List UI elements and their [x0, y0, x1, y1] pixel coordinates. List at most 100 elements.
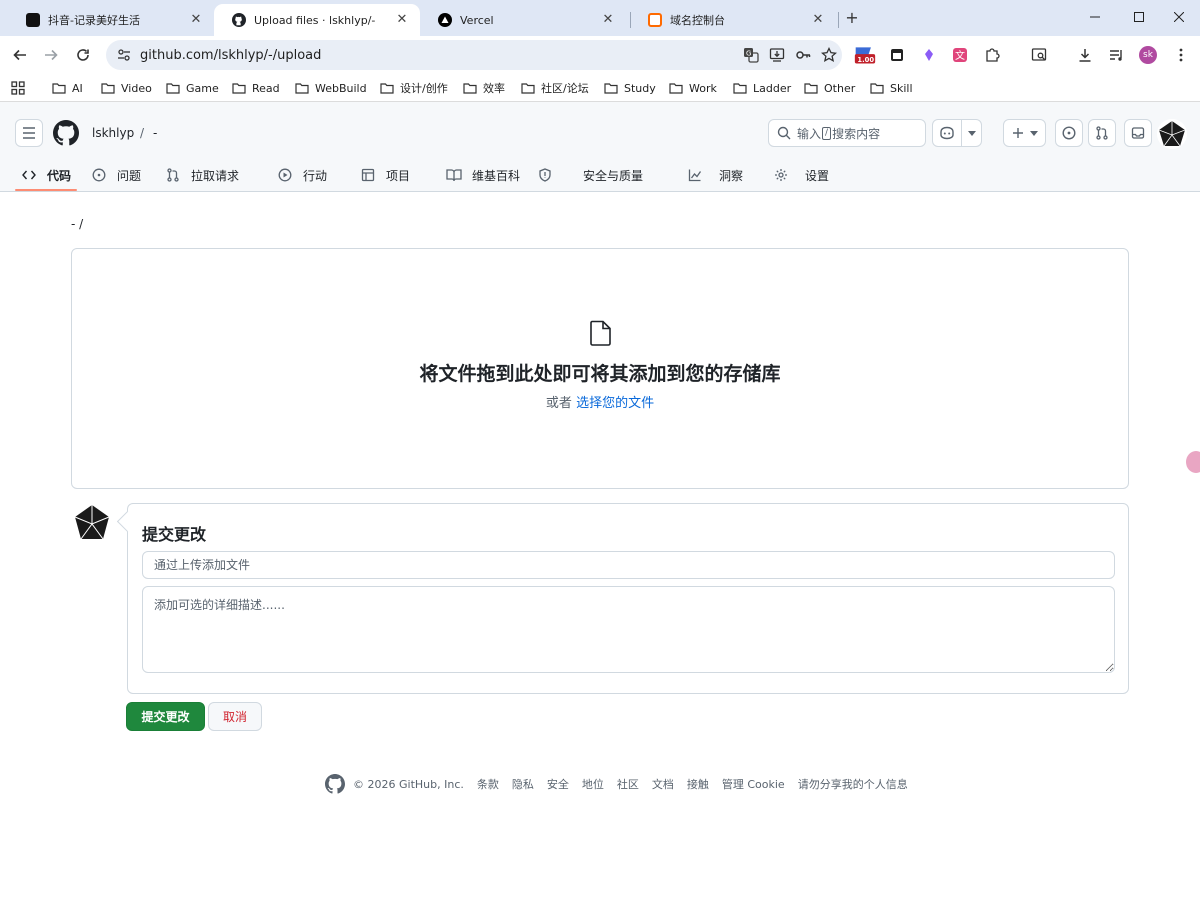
pull-requests-button[interactable]	[1088, 119, 1116, 147]
bookmark-folder[interactable]: Video	[101, 80, 152, 96]
folder-icon	[521, 82, 535, 94]
browser-tab[interactable]: 域名控制台 ✕	[630, 4, 836, 36]
footer-link-privacy[interactable]: 隐私	[512, 776, 534, 792]
bookmark-folder[interactable]: Ladder	[733, 80, 791, 96]
address-bar[interactable]: github.com/lskhlyp/-/upload G	[106, 40, 842, 70]
bookmark-label: Video	[121, 81, 152, 95]
folder-icon	[870, 82, 884, 94]
close-window-icon[interactable]	[1156, 0, 1200, 34]
site-info-icon[interactable]	[116, 47, 132, 63]
footer-link-docs[interactable]: 文档	[652, 776, 674, 792]
browser-tab[interactable]: 抖音-记录美好生活 ✕	[8, 4, 214, 36]
extension-translate-icon[interactable]: 文	[949, 44, 971, 66]
create-new-button[interactable]	[1003, 119, 1046, 147]
github-header: lskhlyp / - 输入 / 搜索内容 代码 问题 拉取请求 行动 项目 维…	[0, 102, 1200, 192]
tab-wiki[interactable]: 维基百科	[446, 159, 520, 191]
tab-title: 抖音-记录美好生活	[48, 14, 140, 27]
bookmark-folder[interactable]: Skill	[870, 80, 913, 96]
floating-extension-icon[interactable]	[1186, 451, 1200, 473]
folder-icon	[733, 82, 747, 94]
tab-settings[interactable]: 设置	[773, 159, 829, 191]
tab-pull-requests[interactable]: 拉取请求	[165, 159, 239, 191]
bookmark-folder[interactable]: 设计/创作	[380, 80, 448, 96]
douyin-favicon-icon	[26, 13, 40, 27]
copilot-button[interactable]	[932, 119, 982, 147]
bookmark-folder[interactable]: Study	[604, 80, 656, 96]
bookmark-label: 设计/创作	[400, 82, 448, 95]
tab-insights[interactable]: 洞察	[687, 159, 743, 191]
footer-link-status[interactable]: 地位	[582, 776, 604, 792]
extension-purple-icon[interactable]	[918, 44, 940, 66]
bookmark-folder[interactable]: 效率	[463, 80, 505, 96]
browser-tab[interactable]: Vercel ✕	[420, 4, 626, 36]
reading-list-icon[interactable]	[1028, 44, 1050, 66]
minimize-icon[interactable]	[1072, 0, 1118, 34]
footer-link-terms[interactable]: 条款	[477, 776, 499, 792]
search-input[interactable]: 输入 / 搜索内容	[768, 119, 926, 147]
footer-link-contact[interactable]: 接触	[687, 776, 709, 792]
user-avatar[interactable]	[1157, 119, 1187, 149]
breadcrumb-owner[interactable]: lskhlyp	[92, 126, 134, 140]
media-control-icon[interactable]	[1106, 44, 1128, 66]
password-key-icon[interactable]	[790, 42, 816, 68]
bookmark-folder[interactable]: WebBuild	[295, 80, 367, 96]
chevron-down-icon	[1029, 130, 1038, 136]
breadcrumb-repo[interactable]: -	[153, 126, 157, 140]
url-text: github.com/lskhlyp/-/upload	[140, 47, 322, 63]
github-logo-icon[interactable]	[325, 774, 345, 794]
tab-projects[interactable]: 项目	[360, 159, 410, 191]
bookmark-label: Other	[824, 81, 856, 95]
inbox-button[interactable]	[1124, 119, 1152, 147]
close-icon[interactable]: ✕	[188, 12, 204, 28]
tab-label: 洞察	[719, 168, 744, 183]
tab-security[interactable]: 安全与质量	[537, 159, 643, 191]
choose-files-link[interactable]: 选择您的文件	[576, 396, 654, 411]
extension-badge-icon[interactable]: 1.00	[854, 44, 876, 66]
inbox-icon	[1131, 127, 1145, 139]
forward-arrow-icon[interactable]	[39, 43, 63, 67]
commit-description-textarea[interactable]	[142, 586, 1115, 673]
footer-link-security[interactable]: 安全	[547, 776, 569, 792]
footer-link-community[interactable]: 社区	[617, 776, 639, 792]
footer-link-cookies[interactable]: 管理 Cookie	[722, 776, 785, 792]
cancel-button[interactable]: 取消	[208, 702, 262, 731]
browser-tab-active[interactable]: Upload files · lskhlyp/- ✕	[214, 4, 420, 36]
issues-button[interactable]	[1055, 119, 1083, 147]
extensions-puzzle-icon[interactable]	[981, 44, 1003, 66]
commit-changes-button[interactable]: 提交更改	[126, 702, 205, 731]
bookmark-folder[interactable]: Work	[669, 80, 717, 96]
bookmark-star-icon[interactable]	[816, 42, 842, 68]
github-logo-icon[interactable]	[53, 120, 79, 146]
bookmark-folder[interactable]: AI	[52, 80, 83, 96]
table-icon	[360, 167, 376, 183]
close-icon[interactable]: ✕	[810, 12, 826, 28]
bookmark-folder[interactable]: 社区/论坛	[521, 80, 589, 96]
new-tab-icon[interactable]: +	[842, 8, 862, 28]
apps-grid-icon[interactable]	[11, 80, 25, 95]
back-arrow-icon[interactable]	[8, 43, 32, 67]
bookmark-folder[interactable]: Other	[804, 80, 855, 96]
reload-icon[interactable]	[71, 43, 95, 67]
tab-title: 域名控制台	[670, 14, 725, 27]
file-drop-zone[interactable]: 将文件拖到此处即可将其添加到您的存储库 或者 选择您的文件	[71, 248, 1129, 489]
bookmark-folder[interactable]: Read	[232, 80, 280, 96]
footer-link-do-not-share[interactable]: 请勿分享我的个人信息	[798, 776, 908, 792]
hamburger-menu-icon[interactable]	[15, 119, 43, 147]
extension-icon[interactable]	[886, 44, 908, 66]
menu-kebab-icon[interactable]	[1170, 44, 1192, 66]
install-app-icon[interactable]	[764, 42, 790, 68]
tab-actions[interactable]: 行动	[277, 159, 327, 191]
tab-issues[interactable]: 问题	[91, 159, 141, 191]
close-icon[interactable]: ✕	[394, 12, 410, 28]
bookmark-folder[interactable]: Game	[166, 80, 219, 96]
tab-label: 行动	[303, 168, 328, 183]
close-icon[interactable]: ✕	[600, 12, 616, 28]
translate-icon[interactable]: G	[738, 42, 764, 68]
download-icon[interactable]	[1074, 44, 1096, 66]
profile-avatar[interactable]: sk	[1139, 46, 1157, 64]
bookmarks-bar: AI Video Game Read WebBuild 设计/创作 效率 社区/…	[0, 74, 1200, 102]
tab-label: 安全与质量	[583, 168, 644, 183]
commit-summary-input[interactable]	[142, 551, 1115, 579]
commit-user-avatar	[72, 503, 112, 543]
tab-code[interactable]: 代码	[21, 159, 71, 191]
